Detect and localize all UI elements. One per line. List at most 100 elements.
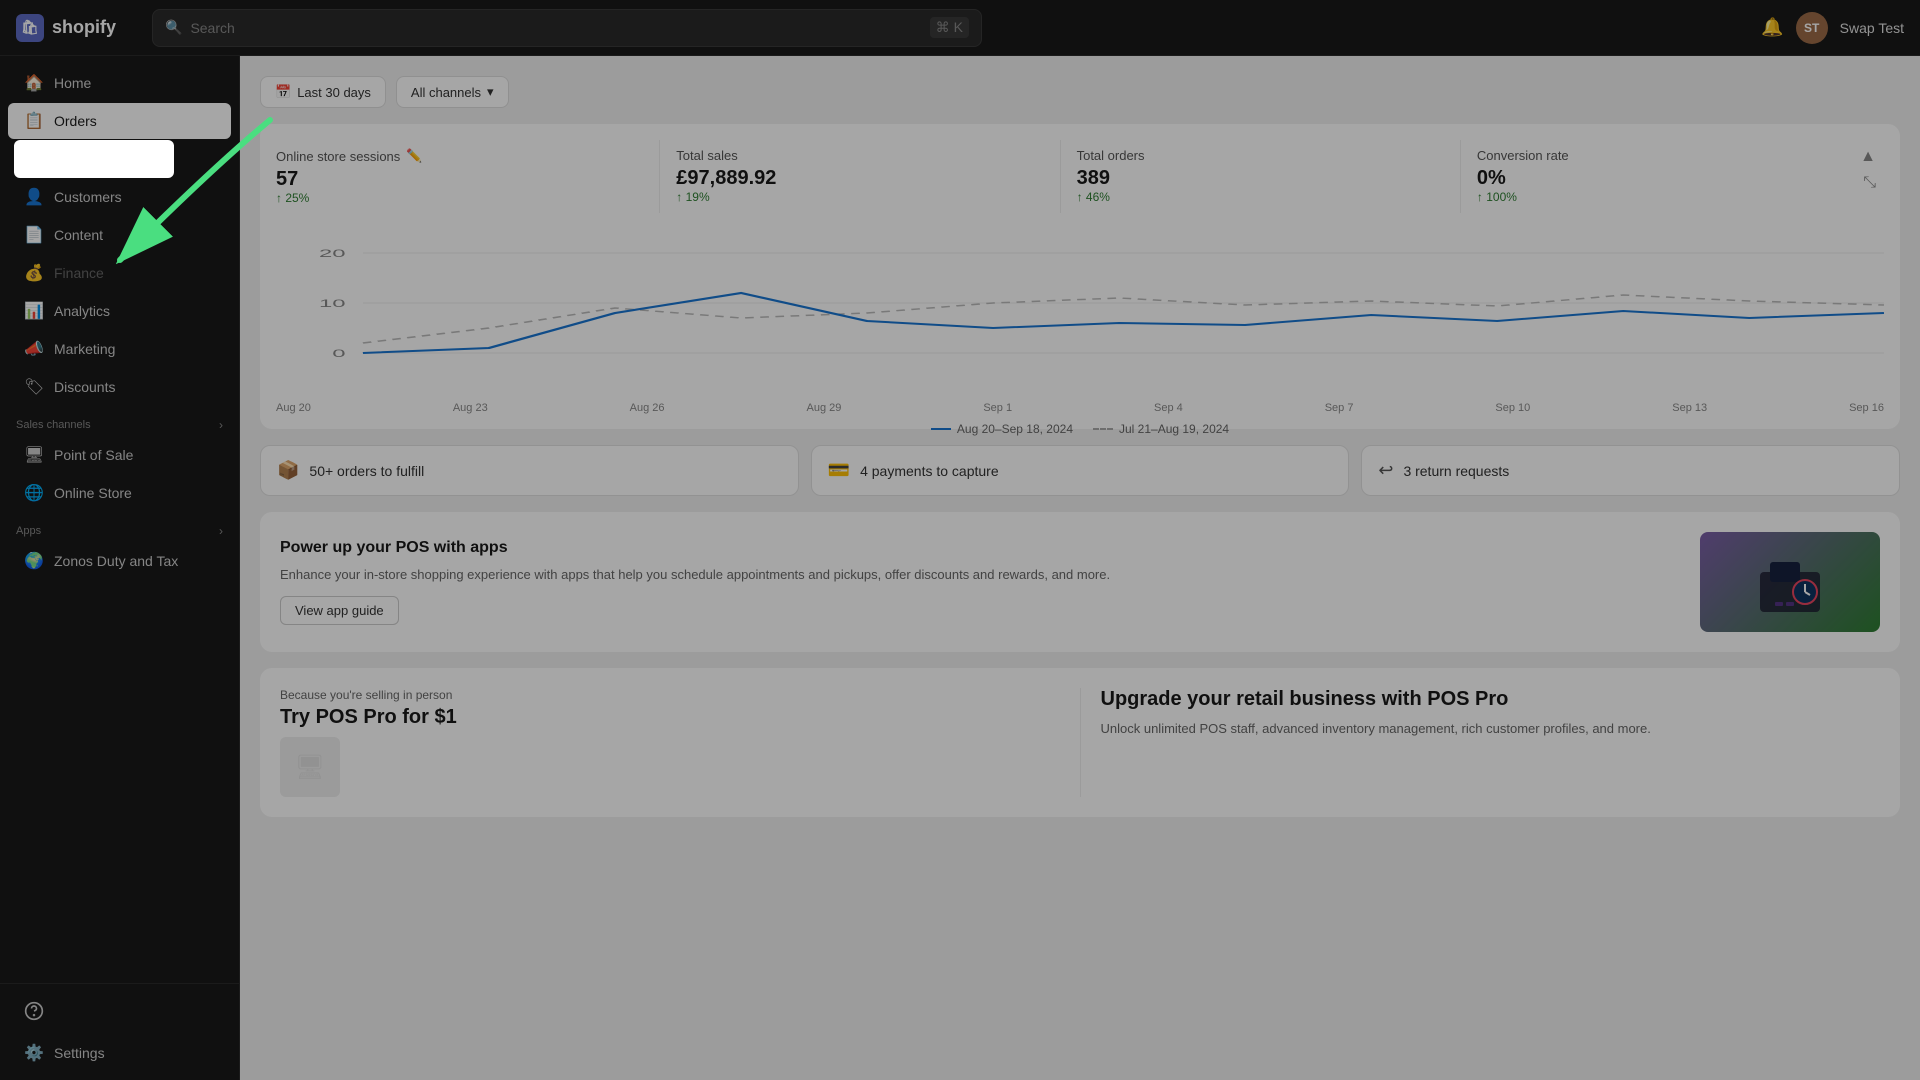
stat-total-sales: Total sales £97,889.92 ↑ 19%: [660, 140, 1060, 213]
sidebar-item-online-store[interactable]: 🌐 Online Store: [8, 475, 231, 511]
sidebar-item-orders[interactable]: 📋 Orders: [8, 103, 231, 139]
sidebar-item-zonos[interactable]: 🌍 Zonos Duty and Tax: [8, 543, 231, 579]
content-icon: 📄: [24, 225, 44, 245]
fulfill-orders-card[interactable]: 📦 50+ orders to fulfill: [260, 445, 799, 496]
sidebar-item-help[interactable]: [8, 993, 231, 1034]
pos-icon: 🖥: [24, 445, 44, 465]
fulfill-label: 50+ orders to fulfill: [309, 463, 424, 479]
filter-bar: 📅 Last 30 days All channels ▾: [260, 76, 1900, 108]
search-placeholder: Search: [190, 20, 234, 36]
payments-icon: 💳: [828, 460, 850, 481]
edit-icon[interactable]: ✏️: [406, 148, 422, 164]
search-icon: 🔍: [165, 19, 182, 36]
returns-label: 3 return requests: [1403, 463, 1509, 479]
user-name[interactable]: Swap Test: [1840, 20, 1904, 36]
svg-text:20: 20: [319, 247, 346, 259]
sidebar-item-label-marketing: Marketing: [54, 341, 115, 357]
channel-filter[interactable]: All channels ▾: [396, 76, 509, 108]
bp-left: Because you're selling in person Try POS…: [280, 688, 1060, 797]
svg-text:10: 10: [319, 297, 346, 309]
sidebar: 🏠 Home 📋 Orders 🏷 Products 👤 Customers 📄…: [0, 56, 240, 1080]
sidebar-item-customers[interactable]: 👤 Customers: [8, 179, 231, 215]
notifications-icon[interactable]: 🔔: [1761, 17, 1783, 38]
stat-conversion-rate: Conversion rate 0% ↑ 100%: [1461, 140, 1860, 213]
legend-line-current: [931, 428, 951, 430]
bp-divider: [1080, 688, 1081, 797]
sidebar-item-label-zonos: Zonos Duty and Tax: [54, 553, 178, 569]
topbar: 🛍 shopify 🔍 Search ⌘ K 🔔 ST Swap Test: [0, 0, 1920, 56]
stats-card: Online store sessions ✏️ 57 ↑ 25% Total …: [260, 124, 1900, 429]
sidebar-item-pos[interactable]: 🖥 Point of Sale: [8, 437, 231, 473]
fulfill-icon: 📦: [277, 460, 299, 481]
payments-card[interactable]: 💳 4 payments to capture: [811, 445, 1350, 496]
discounts-icon: 🏷: [24, 377, 44, 397]
sidebar-item-settings[interactable]: ⚙️ Settings: [8, 1035, 231, 1071]
bp-right: Upgrade your retail business with POS Pr…: [1101, 688, 1881, 797]
date-range-filter[interactable]: 📅 Last 30 days: [260, 76, 386, 108]
stat-total-orders-change: ↑ 46%: [1077, 190, 1444, 204]
chart-container: 20 10 0 Aug 20 Aug 23 Aug 26 Aug 29 Sep …: [276, 233, 1884, 413]
stat-total-orders-value: 389: [1077, 167, 1444, 190]
sidebar-item-marketing[interactable]: 📣 Marketing: [8, 331, 231, 367]
promo-text: Power up your POS with apps Enhance your…: [280, 539, 1684, 626]
stat-online-sessions-label: Online store sessions ✏️: [276, 148, 643, 164]
expand-icon[interactable]: ⤡: [1863, 174, 1876, 192]
sidebar-item-label-settings: Settings: [54, 1045, 105, 1061]
zonos-icon: 🌍: [24, 551, 44, 571]
bp-left-image: 🖥: [280, 737, 340, 797]
promo-image-inner: [1700, 532, 1880, 632]
analytics-icon: 📊: [24, 301, 44, 321]
promo-desc: Enhance your in-store shopping experienc…: [280, 565, 1684, 585]
stat-total-sales-label: Total sales: [676, 148, 1043, 163]
topbar-right: 🔔 ST Swap Test: [1761, 12, 1904, 44]
products-icon: 🏷: [24, 149, 44, 169]
shopify-logo[interactable]: 🛍 shopify: [16, 14, 136, 42]
online-store-icon: 🌐: [24, 483, 44, 503]
stat-online-sessions-change: ↑ 25%: [276, 191, 643, 205]
stat-total-sales-value: £97,889.92: [676, 167, 1043, 190]
sidebar-item-discounts[interactable]: 🏷 Discounts: [8, 369, 231, 405]
calendar-icon: 📅: [275, 84, 291, 100]
promo-title: Power up your POS with apps: [280, 539, 1684, 557]
main-content: 📅 Last 30 days All channels ▾ Online sto…: [240, 56, 1920, 1080]
avatar[interactable]: ST: [1796, 12, 1828, 44]
collapse-chart-button[interactable]: ▲: [1860, 148, 1876, 166]
sidebar-item-label-home: Home: [54, 75, 91, 91]
sidebar-item-label-orders: Orders: [54, 113, 97, 129]
stat-online-sessions-value: 57: [276, 168, 643, 191]
stat-online-sessions: Online store sessions ✏️ 57 ↑ 25%: [276, 140, 660, 213]
customers-icon: 👤: [24, 187, 44, 207]
sidebar-item-finance[interactable]: 💰 Finance: [8, 255, 231, 291]
legend-line-previous: [1093, 428, 1113, 430]
bp-left-label: Because you're selling in person: [280, 688, 1060, 702]
promo-image: [1700, 532, 1880, 632]
stat-total-sales-change: ↑ 19%: [676, 190, 1043, 204]
search-bar[interactable]: 🔍 Search ⌘ K: [152, 9, 982, 47]
sidebar-item-content[interactable]: 📄 Content: [8, 217, 231, 253]
sidebar-item-products[interactable]: 🏷 Products: [8, 141, 231, 177]
sidebar-item-label-analytics: Analytics: [54, 303, 110, 319]
chart-legend: Aug 20–Sep 18, 2024 Jul 21–Aug 19, 2024: [276, 422, 1884, 436]
bp-left-title: Try POS Pro for $1: [280, 706, 1060, 729]
settings-icon: ⚙️: [24, 1043, 44, 1063]
promo-button[interactable]: View app guide: [280, 596, 399, 625]
promo-card: Power up your POS with apps Enhance your…: [260, 512, 1900, 652]
svg-text:0: 0: [332, 347, 345, 359]
sidebar-item-analytics[interactable]: 📊 Analytics: [8, 293, 231, 329]
chart-x-labels: Aug 20 Aug 23 Aug 26 Aug 29 Sep 1 Sep 4 …: [276, 402, 1884, 414]
sidebar-item-label-products: Products: [54, 151, 109, 167]
stat-conversion-rate-change: ↑ 100%: [1477, 190, 1844, 204]
returns-card[interactable]: ↩ 3 return requests: [1361, 445, 1900, 496]
action-cards: 📦 50+ orders to fulfill 💳 4 payments to …: [260, 445, 1900, 496]
home-icon: 🏠: [24, 73, 44, 93]
bp-right-desc: Unlock unlimited POS staff, advanced inv…: [1101, 719, 1881, 739]
orders-icon: 📋: [24, 111, 44, 131]
sidebar-item-home[interactable]: 🏠 Home: [8, 65, 231, 101]
logo-icon: 🛍: [16, 14, 44, 42]
stats-row: Online store sessions ✏️ 57 ↑ 25% Total …: [276, 140, 1860, 213]
sidebar-item-label-finance: Finance: [54, 265, 104, 281]
stat-conversion-rate-value: 0%: [1477, 167, 1844, 190]
returns-icon: ↩: [1378, 460, 1393, 481]
sidebar-bottom: ⚙️ Settings: [0, 983, 239, 1072]
sidebar-item-label-online-store: Online Store: [54, 485, 132, 501]
